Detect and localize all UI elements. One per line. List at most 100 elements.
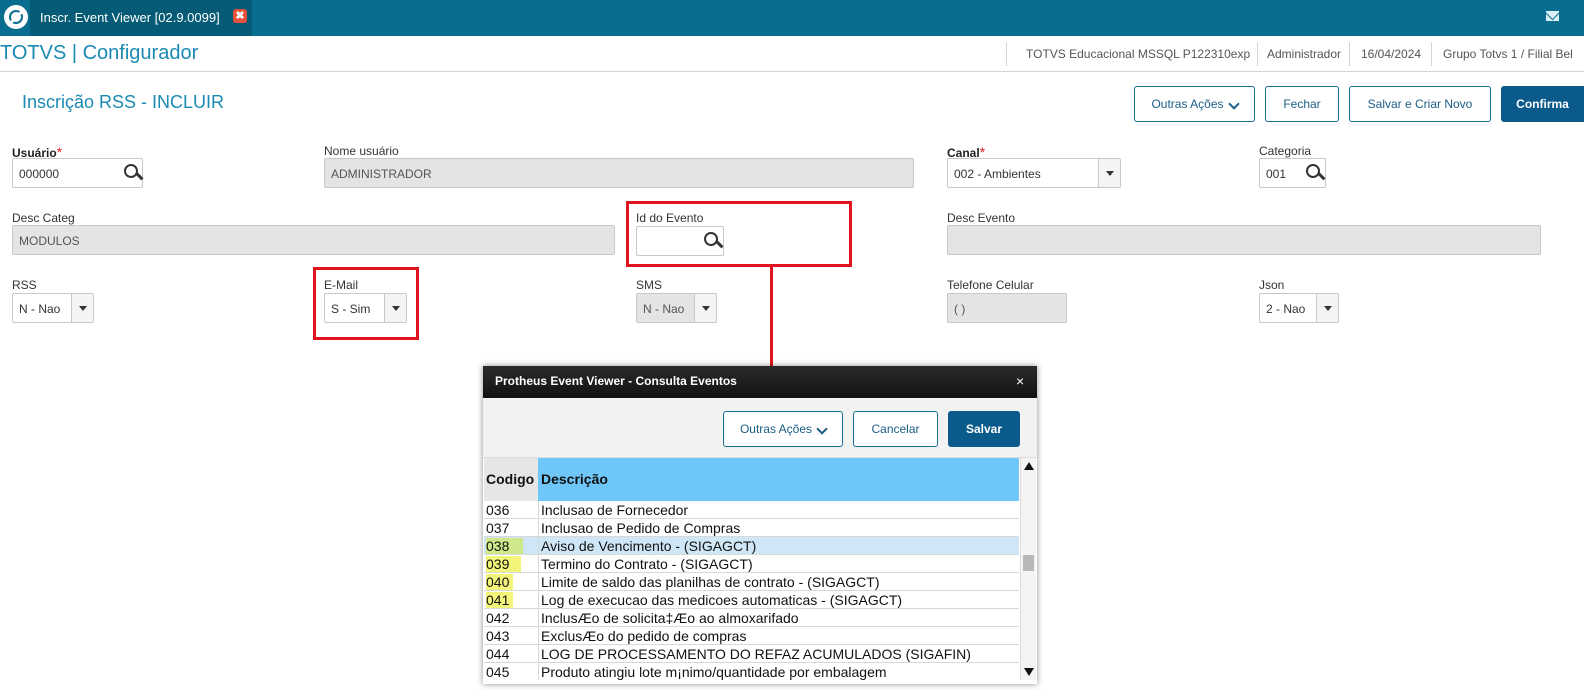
row-desc: Produto atingiu lote m¡nimo/quantidade p… <box>541 664 887 680</box>
scroll-down-icon[interactable] <box>1024 668 1034 676</box>
table-row[interactable]: 045 Produto atingiu lote m¡nimo/quantida… <box>484 663 1019 680</box>
annotation-box-id-evento <box>626 201 852 267</box>
dialog-outras-acoes-label: Outras Ações <box>739 422 813 436</box>
mail-icon[interactable] <box>1546 11 1559 21</box>
json-select[interactable]: 2 - Nao <box>1259 293 1339 323</box>
telefone-field: ( ) <box>947 293 1067 323</box>
canal-select[interactable]: 002 - Ambientes <box>947 158 1121 188</box>
tab-label: Inscr. Event Viewer [02.9.0099] <box>40 10 220 25</box>
row-code: 037 <box>486 520 510 536</box>
table-row[interactable]: 036 Inclusao de Fornecedor <box>484 501 1019 519</box>
events-grid: Codigo Descrição 036 Inclusao de Fornece… <box>484 458 1019 680</box>
column-header-codigo[interactable]: Codigo <box>484 458 538 501</box>
chevron-down-icon <box>694 294 716 322</box>
rss-label: RSS <box>12 278 37 292</box>
chevron-down-icon[interactable] <box>1098 159 1120 187</box>
desc-categ-label: Desc Categ <box>12 211 75 225</box>
desc-evento-label: Desc Evento <box>947 211 1016 225</box>
row-desc: Log de execucao das medicoes automaticas… <box>541 592 903 608</box>
table-row[interactable]: 042 InclusÆo de solicita‡Æo ao almoxarif… <box>484 609 1019 627</box>
sms-value: N - Nao <box>643 302 685 316</box>
table-row[interactable]: 037 Inclusao de Pedido de Compras <box>484 519 1019 537</box>
row-desc: Inclusao de Fornecedor <box>541 502 689 518</box>
dialog-toolbar: Outras Ações Cancelar Salvar <box>483 398 1037 458</box>
row-code: 044 <box>486 646 510 662</box>
row-desc: Aviso de Vencimento - (SIGAGCT) <box>541 538 757 554</box>
dialog-salvar-button[interactable]: Salvar <box>948 411 1020 447</box>
row-code: 042 <box>486 610 510 626</box>
sms-select: N - Nao <box>636 293 717 323</box>
categoria-value: 001 <box>1266 167 1287 181</box>
outras-acoes-button[interactable]: Outras Ações <box>1134 86 1255 122</box>
json-label: Json <box>1259 278 1285 292</box>
row-code: 041 <box>486 592 514 608</box>
branch-info: Grupo Totvs 1 / Filial Bel <box>1443 47 1573 61</box>
header-divider <box>1257 42 1258 66</box>
dialog-salvar-label: Salvar <box>965 422 1003 436</box>
nome-usuario-field: ADMINISTRADOR <box>324 158 914 188</box>
row-desc: ExclusÆo do pedido de compras <box>541 628 747 644</box>
row-code: 038 <box>486 538 524 554</box>
row-code: 036 <box>486 502 510 518</box>
tab-event-viewer[interactable]: Inscr. Event Viewer [02.9.0099] ✖ <box>30 0 252 36</box>
chevron-down-icon[interactable] <box>71 294 93 322</box>
table-row[interactable]: 040 Limite de saldo das planilhas de con… <box>484 573 1019 591</box>
dialog-cancelar-label: Cancelar <box>871 422 920 436</box>
dialog-outras-acoes-button[interactable]: Outras Ações <box>723 411 843 447</box>
salvar-criar-label: Salvar e Criar Novo <box>1367 97 1473 111</box>
categoria-field[interactable]: 001 <box>1259 158 1326 188</box>
nome-usuario-label: Nome usuário <box>324 144 399 158</box>
rss-select[interactable]: N - Nao <box>12 293 94 323</box>
dialog-title: Protheus Event Viewer - Consulta Eventos <box>495 374 737 388</box>
chevron-down-icon <box>816 423 828 435</box>
grid-scrollbar[interactable] <box>1020 458 1036 680</box>
environment-info: TOTVS Educacional MSSQL P122310exp <box>1026 47 1251 61</box>
search-icon[interactable] <box>124 164 144 184</box>
annotation-box-email <box>313 267 419 340</box>
app-header: TOTVS | Configurador TOTVS Educacional M… <box>0 36 1584 72</box>
app-window: Inscr. Event Viewer [02.9.0099] ✖ TOTVS … <box>0 0 1584 699</box>
row-code: 043 <box>486 628 510 644</box>
table-row[interactable]: 043 ExclusÆo do pedido de compras <box>484 627 1019 645</box>
row-code: 040 <box>486 574 514 590</box>
row-code: 045 <box>486 664 510 680</box>
header-divider <box>1006 42 1007 66</box>
annotation-arrow-line <box>770 266 773 376</box>
tab-close-icon[interactable]: ✖ <box>233 9 247 23</box>
json-value: 2 - Nao <box>1266 302 1306 316</box>
categoria-label: Categoria <box>1259 144 1312 158</box>
page-title: Inscrição RSS - INCLUIR <box>22 92 225 112</box>
confirmar-label: Confirma <box>1516 97 1569 111</box>
header-divider <box>1431 42 1432 66</box>
scroll-up-icon[interactable] <box>1024 462 1034 470</box>
row-desc: Limite de saldo das planilhas de contrat… <box>541 574 880 590</box>
close-icon[interactable]: × <box>1016 373 1024 389</box>
dialog-title-bar: Protheus Event Viewer - Consulta Eventos… <box>483 366 1037 398</box>
user-info: Administrador <box>1267 47 1342 61</box>
chevron-down-icon <box>1227 98 1240 110</box>
row-desc: Inclusao de Pedido de Compras <box>541 520 741 536</box>
confirmar-button[interactable]: Confirma <box>1501 86 1584 122</box>
dialog-cancelar-button[interactable]: Cancelar <box>853 411 938 447</box>
search-icon[interactable] <box>1306 164 1326 184</box>
outras-acoes-label: Outras Ações <box>1151 97 1224 111</box>
salvar-criar-novo-button[interactable]: Salvar e Criar Novo <box>1349 86 1491 122</box>
app-title: TOTVS | Configurador <box>0 42 199 64</box>
header-divider <box>1349 42 1350 66</box>
table-row-selected[interactable]: 038 Aviso de Vencimento - (SIGAGCT) <box>484 537 1019 555</box>
telefone-value: ( ) <box>954 302 966 316</box>
table-row[interactable]: 041 Log de execucao das medicoes automat… <box>484 591 1019 609</box>
table-row[interactable]: 044 LOG DE PROCESSAMENTO DO REFAZ ACUMUL… <box>484 645 1019 663</box>
desc-categ-value: MODULOS <box>19 234 80 248</box>
top-tab-bar: Inscr. Event Viewer [02.9.0099] ✖ <box>0 0 1584 36</box>
fechar-button[interactable]: Fechar <box>1265 86 1339 122</box>
usuario-value: 000000 <box>19 167 60 181</box>
usuario-field[interactable]: 000000 <box>12 158 143 188</box>
column-header-descricao[interactable]: Descrição <box>538 458 1019 501</box>
fechar-label: Fechar <box>1283 97 1321 111</box>
totvs-logo-icon[interactable] <box>4 5 28 29</box>
chevron-down-icon[interactable] <box>1316 294 1338 322</box>
table-row[interactable]: 039 Termino do Contrato - (SIGAGCT) <box>484 555 1019 573</box>
row-desc: Termino do Contrato - (SIGAGCT) <box>541 556 753 572</box>
scroll-thumb[interactable] <box>1023 555 1034 571</box>
